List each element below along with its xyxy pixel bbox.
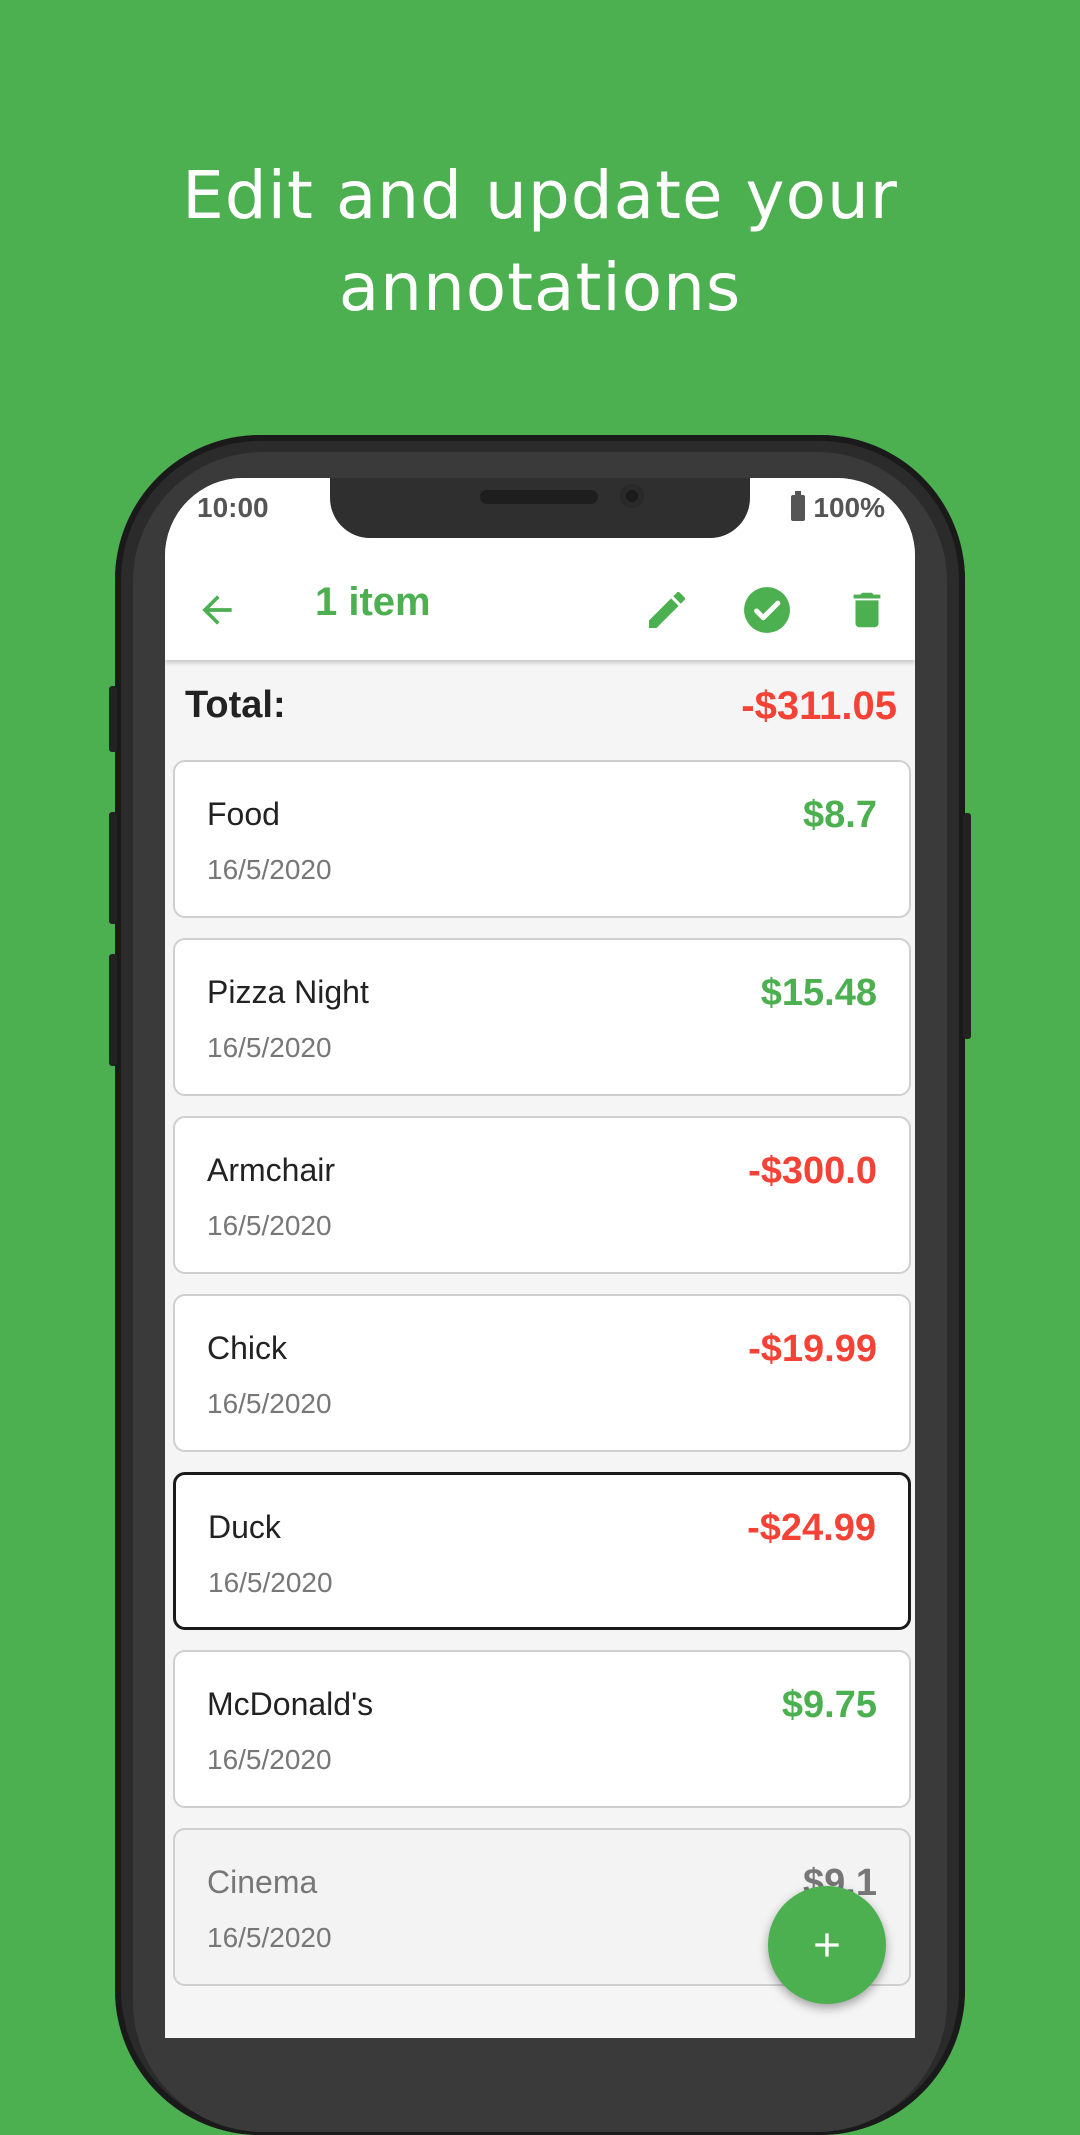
item-amount: -$24.99: [747, 1507, 876, 1549]
list-item[interactable]: Food 16/5/2020 $8.7: [173, 760, 911, 918]
trash-icon[interactable]: [839, 582, 895, 638]
item-date: 16/5/2020: [208, 1567, 333, 1598]
list-item[interactable]: Pizza Night 16/5/2020 $15.48: [173, 938, 911, 1096]
phone-side-button: [109, 686, 117, 752]
item-name: Armchair: [207, 1152, 336, 1188]
item-name: Food: [207, 796, 280, 832]
pencil-icon[interactable]: [639, 582, 695, 638]
item-name: Chick: [207, 1330, 288, 1366]
item-amount: $15.48: [760, 972, 877, 1014]
item-date: 16/5/2020: [207, 1032, 332, 1063]
total-value: -$311.05: [741, 684, 897, 728]
add-item-button[interactable]: [768, 1886, 886, 2004]
headline-line-2: annotations: [338, 249, 742, 326]
item-date: 16/5/2020: [207, 1744, 332, 1775]
item-amount: $9.75: [781, 1684, 877, 1726]
total-label: Total:: [185, 684, 286, 726]
speaker-grille: [480, 490, 598, 504]
transaction-list: Food 16/5/2020 $8.7 Pizza Night 16/5/202…: [173, 760, 911, 2006]
phone-notch: [330, 478, 750, 538]
arrow-left-icon[interactable]: [189, 582, 245, 638]
list-item[interactable]: Chick 16/5/2020 -$19.99: [173, 1294, 911, 1452]
item-date: 16/5/2020: [207, 1922, 332, 1953]
total-row: Total: -$311.05: [165, 678, 915, 748]
item-name: Duck: [208, 1509, 281, 1545]
phone-power-button: [963, 813, 971, 1039]
battery-level: 100%: [813, 492, 885, 523]
item-amount: -$300.0: [748, 1150, 877, 1192]
item-name: McDonald's: [207, 1686, 374, 1722]
front-camera: [620, 484, 644, 508]
item-name: Pizza Night: [207, 974, 369, 1010]
phone-side-button: [109, 954, 117, 1066]
app-bar: 1 item: [165, 560, 915, 660]
list-item[interactable]: McDonald's 16/5/2020 $9.75: [173, 1650, 911, 1808]
selection-count-title: 1 item: [315, 580, 431, 624]
battery-icon: [791, 491, 806, 521]
item-amount: $8.7: [803, 794, 877, 836]
phone-screen: 10:00 100% 1 item Total: -$311.05 Food 1…: [165, 478, 915, 2038]
item-date: 16/5/2020: [207, 854, 332, 885]
item-amount: -$19.99: [748, 1328, 877, 1370]
headline-line-1: Edit and update your: [182, 157, 898, 234]
check-circle-icon[interactable]: [739, 582, 795, 638]
item-date: 16/5/2020: [207, 1388, 332, 1419]
phone-side-button: [109, 812, 117, 924]
list-item[interactable]: Armchair 16/5/2020 -$300.0: [173, 1116, 911, 1274]
plus-icon: [815, 1933, 839, 1957]
list-item-selected[interactable]: Duck 16/5/2020 -$24.99: [173, 1472, 911, 1630]
promo-headline: Edit and update your annotations: [0, 150, 1080, 334]
item-name: Cinema: [207, 1864, 318, 1900]
status-time: 10:00: [197, 492, 269, 523]
item-date: 16/5/2020: [207, 1210, 332, 1241]
battery-indicator: 100%: [791, 491, 885, 524]
